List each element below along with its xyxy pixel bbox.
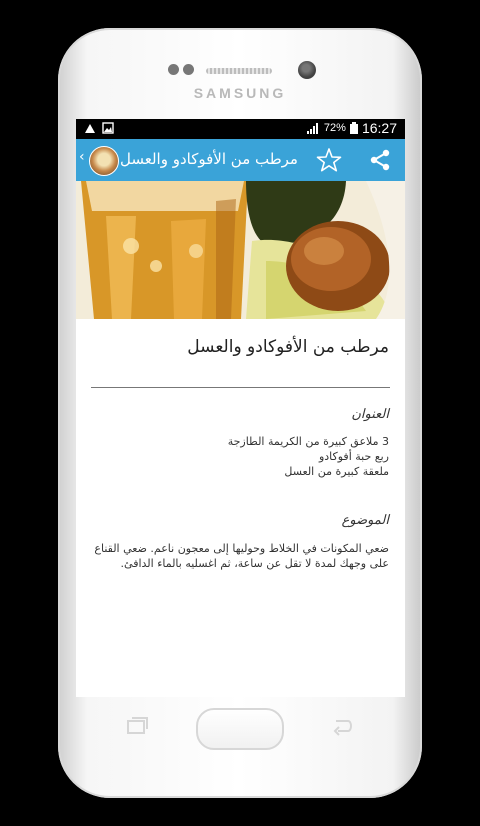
light-sensor — [183, 64, 194, 75]
status-bar: 72% 16:27 — [76, 119, 405, 139]
list-item: ربع حبة أفوكادو — [318, 450, 389, 463]
notification-icon — [85, 124, 95, 133]
article-content: مرطب من الأفوكادو والعسل العنوان 3 ملاعق… — [76, 319, 405, 697]
app-title: مرطب من الأفوكادو والعسل — [120, 150, 298, 168]
back-chevron-icon[interactable]: ‹ — [79, 149, 85, 165]
back-arrow-icon[interactable] — [330, 716, 356, 736]
list-item: ملعقة كبيرة من العسل — [284, 465, 389, 478]
divider — [91, 387, 390, 388]
battery-percent: 72% — [323, 122, 346, 134]
app-logo-icon[interactable] — [89, 146, 119, 176]
image-notification-icon — [102, 122, 114, 134]
proximity-sensor — [168, 64, 179, 75]
ingredients-list: 3 ملاعق كبيرة من الكريمة الطازجة ربع حبة… — [228, 434, 389, 479]
battery-icon — [349, 122, 358, 134]
ingredients-heading: العنوان — [351, 407, 389, 422]
front-camera — [298, 61, 316, 79]
earpiece-speaker — [206, 68, 272, 74]
hero-image — [76, 181, 405, 319]
method-heading: الموضوع — [341, 513, 389, 528]
share-icon[interactable] — [368, 148, 392, 172]
method-text: ضعي المكونات في الخلاط وحوليها إلى معجون… — [94, 542, 389, 570]
list-item: 3 ملاعق كبيرة من الكريمة الطازجة — [227, 435, 389, 448]
star-icon[interactable] — [316, 147, 342, 173]
recent-apps-icon[interactable] — [124, 716, 150, 736]
article-title: مرطب من الأفوكادو والعسل — [187, 337, 389, 357]
app-bar: ‹ مرطب من الأفوكادو والعسل — [76, 139, 405, 181]
brand-logo: SAMSUNG — [193, 85, 287, 101]
home-button[interactable] — [196, 708, 284, 750]
signal-icon — [306, 123, 318, 134]
clock: 16:27 — [361, 120, 397, 136]
screen: 72% 16:27 ‹ مرطب من الأفوكادو والعسل مرط… — [76, 119, 405, 697]
